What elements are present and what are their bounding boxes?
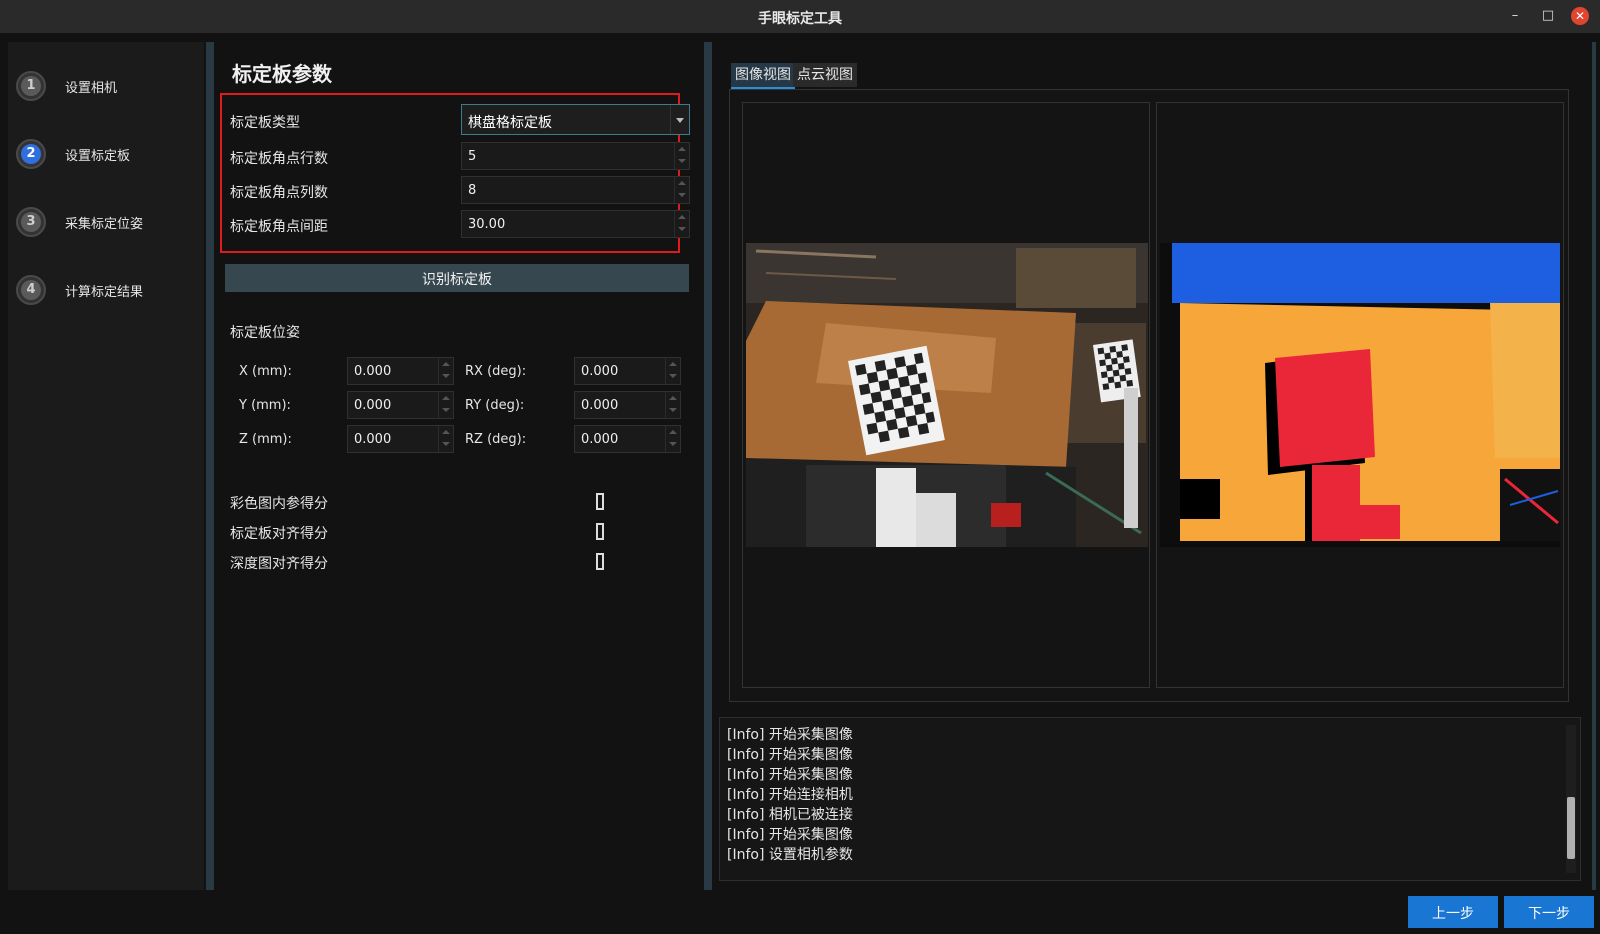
prev-step-button[interactable]: 上一步 <box>1408 896 1498 928</box>
pose-ry-spinbox[interactable]: 0.000 <box>574 391 681 419</box>
depth-image-pane <box>1156 102 1564 688</box>
chevron-down-icon[interactable] <box>670 105 689 134</box>
board-spacing-spinbox[interactable]: 30.00 <box>461 210 690 238</box>
color-camera-image <box>746 243 1148 547</box>
spin-up-icon[interactable] <box>666 392 680 405</box>
color-intrinsic-score-label: 彩色图内参得分 <box>230 496 328 512</box>
board-align-score-indicator <box>596 523 604 540</box>
pose-rx-value: 0.000 <box>581 364 619 379</box>
minimize-button[interactable]: – <box>1505 6 1525 26</box>
spin-down-icon[interactable] <box>439 405 453 418</box>
log-line: [Info] 开始连接相机 <box>727 787 853 803</box>
log-line: [Info] 开始采集图像 <box>727 767 853 783</box>
color-image-pane <box>742 102 1150 688</box>
step-label: 设置相机 <box>65 81 118 96</box>
pose-rz-label: RZ (deg): <box>465 432 527 447</box>
step-item-1[interactable]: 1 设置相机 <box>16 71 206 107</box>
board-rows-spinbox[interactable]: 5 <box>461 142 690 170</box>
pose-rx-label: RX (deg): <box>465 364 527 379</box>
pose-x-value: 0.000 <box>354 364 392 379</box>
spin-down-icon[interactable] <box>439 439 453 452</box>
spin-up-icon[interactable] <box>675 143 689 156</box>
next-step-button[interactable]: 下一步 <box>1504 896 1594 928</box>
pose-x-spinbox[interactable]: 0.000 <box>347 357 454 385</box>
pose-y-spinbox[interactable]: 0.000 <box>347 391 454 419</box>
pose-z-label: Z (mm): <box>239 432 292 447</box>
board-cols-value: 8 <box>468 183 477 198</box>
step-item-2[interactable]: 2 设置标定板 <box>16 139 206 175</box>
log-scrollbar[interactable] <box>1566 725 1576 873</box>
pose-rz-value: 0.000 <box>581 432 619 447</box>
close-button[interactable]: ✕ <box>1571 7 1589 25</box>
board-cols-spinbox[interactable]: 8 <box>461 176 690 204</box>
spin-up-icon[interactable] <box>675 177 689 190</box>
log-line: [Info] 开始采集图像 <box>727 827 853 843</box>
step-label: 设置标定板 <box>65 149 131 164</box>
board-spacing-label: 标定板角点间距 <box>230 219 328 235</box>
pose-rx-spinbox[interactable]: 0.000 <box>574 357 681 385</box>
log-line: [Info] 设置相机参数 <box>727 847 853 863</box>
board-cols-label: 标定板角点列数 <box>230 185 328 201</box>
spin-down-icon[interactable] <box>675 156 689 169</box>
spin-up-icon[interactable] <box>439 426 453 439</box>
log-panel[interactable]: [Info] 开始采集图像 [Info] 开始采集图像 [Info] 开始采集图… <box>719 717 1581 881</box>
log-line: [Info] 相机已被连接 <box>727 807 853 823</box>
pose-z-spinbox[interactable]: 0.000 <box>347 425 454 453</box>
spin-down-icon[interactable] <box>675 224 689 237</box>
pose-title: 标定板位姿 <box>230 325 300 341</box>
board-rows-label: 标定板角点行数 <box>230 151 328 167</box>
spin-up-icon[interactable] <box>666 358 680 371</box>
pose-y-label: Y (mm): <box>239 398 291 413</box>
step-number-icon: 2 <box>16 139 46 169</box>
step-sidebar: 1 设置相机 2 设置标定板 3 采集标定位姿 4 计算标定结果 <box>8 42 204 890</box>
pose-rz-spinbox[interactable]: 0.000 <box>574 425 681 453</box>
spin-up-icon[interactable] <box>439 358 453 371</box>
detect-board-button[interactable]: 识别标定板 <box>225 264 689 292</box>
step-label: 采集标定位姿 <box>65 217 144 232</box>
tab-point-cloud-view[interactable]: 点云视图 <box>793 63 857 87</box>
pose-ry-label: RY (deg): <box>465 398 525 413</box>
step-item-4[interactable]: 4 计算标定结果 <box>16 275 206 311</box>
tab-image-view[interactable]: 图像视图 <box>731 63 795 89</box>
log-line: [Info] 开始采集图像 <box>727 747 853 763</box>
section-title: 标定板参数 <box>232 62 332 86</box>
board-type-label: 标定板类型 <box>230 115 300 131</box>
board-type-select[interactable]: 棋盘格标定板 <box>461 104 690 135</box>
spin-down-icon[interactable] <box>439 371 453 384</box>
step-number-icon: 3 <box>16 207 46 237</box>
right-splitter-handle[interactable] <box>704 42 712 890</box>
maximize-button[interactable]: □ <box>1538 6 1558 26</box>
spin-down-icon[interactable] <box>675 190 689 203</box>
spin-down-icon[interactable] <box>666 439 680 452</box>
board-rows-value: 5 <box>468 149 477 164</box>
pose-y-value: 0.000 <box>354 398 392 413</box>
right-edge-bar <box>1592 42 1596 890</box>
step-number-icon: 4 <box>16 275 46 305</box>
step-item-3[interactable]: 3 采集标定位姿 <box>16 207 206 243</box>
spin-down-icon[interactable] <box>666 405 680 418</box>
spin-up-icon[interactable] <box>439 392 453 405</box>
title-bar: 手眼标定工具 – □ ✕ <box>0 0 1600 33</box>
left-splitter-handle[interactable] <box>206 42 214 890</box>
board-type-value: 棋盘格标定板 <box>468 115 552 131</box>
pose-x-label: X (mm): <box>239 364 292 379</box>
depth-align-score-label: 深度图对齐得分 <box>230 556 328 572</box>
board-spacing-value: 30.00 <box>468 217 506 232</box>
step-number-icon: 1 <box>16 71 46 101</box>
spin-up-icon[interactable] <box>666 426 680 439</box>
board-align-score-label: 标定板对齐得分 <box>230 526 328 542</box>
step-label: 计算标定结果 <box>65 285 144 300</box>
color-intrinsic-score-indicator <box>596 493 604 510</box>
depth-align-score-indicator <box>596 553 604 570</box>
spin-up-icon[interactable] <box>675 211 689 224</box>
pose-ry-value: 0.000 <box>581 398 619 413</box>
spin-down-icon[interactable] <box>666 371 680 384</box>
log-scrollbar-thumb[interactable] <box>1567 797 1575 859</box>
log-line: [Info] 开始采集图像 <box>727 727 853 743</box>
window-title: 手眼标定工具 <box>758 11 842 27</box>
depth-camera-image <box>1160 243 1560 547</box>
pose-z-value: 0.000 <box>354 432 392 447</box>
